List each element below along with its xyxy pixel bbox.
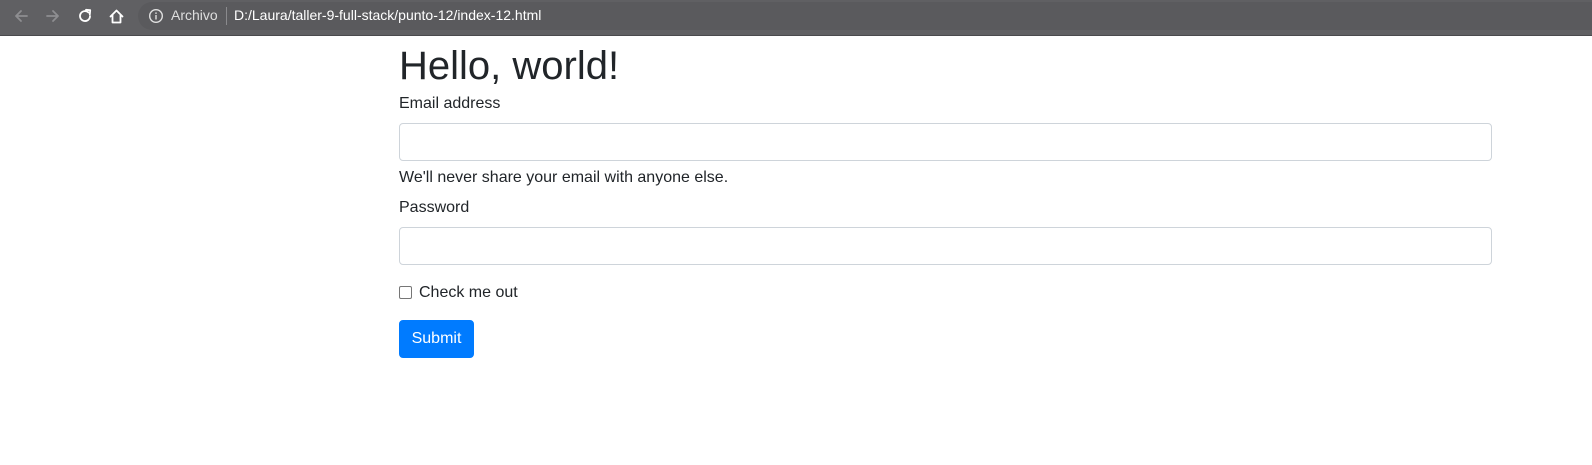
address-divider [226, 7, 227, 25]
password-label: Password [399, 199, 470, 216]
url-text[interactable]: D:/Laura/taller-9-full-stack/punto-12/in… [234, 7, 541, 23]
checkbox-label[interactable]: Check me out [419, 281, 518, 305]
reload-button[interactable] [71, 4, 99, 28]
forward-button[interactable] [39, 4, 67, 28]
home-button[interactable] [102, 4, 130, 28]
email-help-text: We'll never share your email with anyone… [399, 169, 729, 186]
password-field[interactable] [399, 227, 1492, 265]
browser-toolbar: Archivo D:/Laura/taller-9-full-stack/pun… [0, 0, 1592, 36]
email-field[interactable] [399, 123, 1492, 161]
back-arrow-icon [15, 10, 28, 22]
info-icon[interactable] [148, 8, 164, 24]
email-label: Email address [399, 95, 501, 112]
home-icon [109, 9, 123, 23]
check-me-out-checkbox[interactable] [399, 286, 412, 299]
origin-label: Archivo [171, 7, 218, 23]
submit-button[interactable]: Submit [399, 320, 474, 358]
address-bar[interactable]: Archivo D:/Laura/taller-9-full-stack/pun… [138, 2, 1592, 30]
reload-icon [79, 8, 92, 22]
forward-arrow-icon [46, 10, 59, 22]
back-button[interactable] [7, 4, 35, 28]
page-title: Hello, world! [399, 44, 620, 88]
